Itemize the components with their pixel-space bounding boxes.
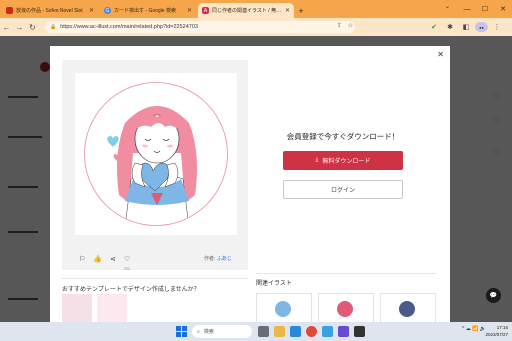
ac-illust-icon: A — [202, 7, 209, 14]
search-placeholder: 検索 — [203, 329, 214, 335]
chrome-icon[interactable] — [306, 326, 317, 337]
system-tray[interactable]: ^ ☁ 📶 🔊 — [462, 326, 486, 332]
author-credit: 作者: ふあじ — [204, 255, 232, 262]
side-panel-icon[interactable]: ◧ — [459, 20, 473, 34]
back-icon[interactable]: ← — [0, 20, 13, 34]
tab-strip: 放浪の作品 - Sofeo Novel Slot ✕ G カード検出す - Go… — [0, 0, 512, 18]
extension-green-icon[interactable]: ✔ — [427, 20, 441, 34]
tab-1[interactable]: 放浪の作品 - Sofeo Novel Slot ✕ — [2, 3, 98, 18]
related-illustration — [275, 301, 291, 317]
author-link[interactable]: ふあじ — [217, 256, 232, 262]
window-controls: — ☐ ✕ — [458, 0, 512, 18]
tab-title: カード検出す - Google 検索 — [114, 8, 176, 14]
lock-icon[interactable]: 🔒 — [50, 24, 56, 30]
template-thumb[interactable] — [62, 294, 92, 322]
clock[interactable]: 17:16 2023/07/27 — [485, 324, 508, 338]
author-label: 作者: — [204, 256, 216, 262]
app-icon[interactable] — [354, 326, 365, 337]
related-illustration — [399, 301, 415, 317]
url-text: https://www.ac-illust.com/main/related.p… — [60, 24, 198, 30]
forward-icon[interactable]: → — [13, 20, 26, 34]
download-icon: ⤓ — [315, 157, 319, 163]
favorite-heart-icon[interactable]: ♡ — [124, 255, 130, 263]
cta-title: 会員登録で今すぐダウンロード！ — [286, 132, 400, 141]
app-icon[interactable] — [322, 326, 333, 337]
related-thumb[interactable] — [256, 293, 312, 322]
bookmark-star-icon[interactable]: ☆ — [348, 22, 353, 29]
tab-search-icon[interactable]: ⌄ — [445, 3, 450, 10]
close-tab-icon[interactable]: ✕ — [89, 7, 94, 14]
close-icon[interactable]: ✕ — [437, 50, 444, 59]
maximize-icon[interactable]: ☐ — [476, 0, 494, 18]
related-thumb[interactable] — [380, 293, 436, 322]
template-thumb[interactable] — [97, 294, 127, 322]
divider — [256, 273, 436, 274]
related-section-title: 関連イラスト — [256, 281, 292, 287]
minimize-icon[interactable]: — — [458, 0, 476, 18]
new-tab-button[interactable]: + — [294, 3, 308, 18]
menu-kebab-icon[interactable]: ⋮ — [490, 20, 504, 34]
site-favicon — [6, 7, 13, 14]
search-icon: ⌕ — [197, 328, 200, 335]
login-button[interactable]: ログイン — [283, 180, 403, 199]
tab-2[interactable]: G カード検出す - Google 検索 ✕ — [100, 3, 196, 18]
action-row: ⚐ 👍 ⋖ ♡ — [79, 255, 138, 263]
chat-icon[interactable]: 💬 — [486, 288, 501, 303]
toolbar-actions: ✔ ✱ ◧ ●● ⋮ — [425, 20, 504, 34]
share-icon[interactable]: ⋖ — [110, 255, 116, 263]
related-thumb[interactable] — [318, 293, 374, 322]
close-tab-icon[interactable]: ✕ — [285, 7, 290, 14]
divider — [62, 278, 248, 279]
app-icon[interactable] — [338, 326, 349, 337]
windows-taskbar: ⌕ 検索 ^ ☁ 📶 🔊 17:16 2023/07/27 — [0, 322, 512, 341]
free-download-button[interactable]: ⤓ 無料ダウンロード — [283, 151, 403, 170]
close-tab-icon[interactable]: ✕ — [187, 7, 192, 14]
reload-icon[interactable]: ↻ — [26, 20, 39, 34]
illustration-card: ⚐ 👍 ⋖ ♡ 203 作者: ふあじ — [62, 60, 248, 271]
tab-title: 放浪の作品 - Sofeo Novel Slot — [16, 8, 83, 14]
browser-toolbar: ← → ↻ 🔒 https://www.ac-illust.com/main/r… — [0, 18, 512, 36]
task-view-icon[interactable] — [258, 326, 269, 337]
extensions-puzzle-icon[interactable]: ✱ — [443, 20, 457, 34]
time: 17:16 — [496, 325, 508, 330]
windows-start-icon[interactable] — [176, 326, 187, 337]
taskbar-search[interactable]: ⌕ 検索 — [192, 325, 252, 338]
download-label: 無料ダウンロード — [322, 159, 371, 165]
template-section-title: おすすめテンプレートでデザイン作成しませんか？ — [62, 287, 200, 293]
like-count: 203 — [124, 267, 130, 271]
illust-modal: ✕ ⚐ 👍 ⋖ ♡ 203 作者: ふあじ 会員登録で今すぐダウンロード！ ⤓ … — [50, 46, 450, 322]
like-thumb-icon[interactable]: 👍 — [93, 255, 102, 263]
address-bar[interactable]: 🔒 https://www.ac-illust.com/main/related… — [45, 21, 355, 33]
related-illustration — [337, 301, 353, 317]
close-window-icon[interactable]: ✕ — [494, 0, 512, 18]
edge-icon[interactable] — [290, 326, 301, 337]
date: 2023/07/27 — [485, 332, 508, 337]
tab-title: 同じ作者の関連イラスト / 無料イラ — [212, 8, 282, 14]
profile-avatar[interactable]: ●● — [475, 22, 488, 32]
google-icon: G — [104, 7, 111, 14]
bookmark-icon[interactable]: ⚐ — [79, 255, 85, 263]
illustration-preview[interactable] — [84, 82, 228, 226]
share-icon[interactable]: ⇪ — [337, 22, 342, 29]
tab-3-active[interactable]: A 同じ作者の関連イラスト / 無料イラ ✕ — [198, 3, 294, 18]
heart-hands-girl-illustration — [107, 106, 197, 225]
file-explorer-icon[interactable] — [274, 326, 285, 337]
illustration-frame — [75, 73, 237, 235]
